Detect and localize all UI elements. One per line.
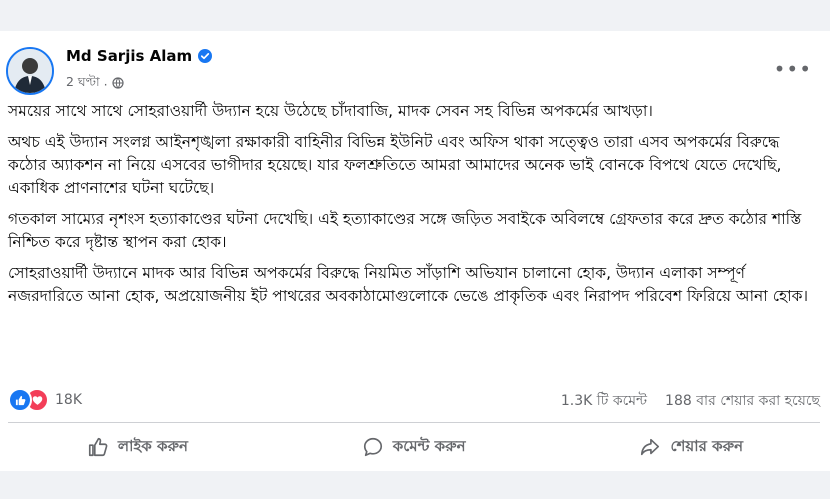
- comment-button[interactable]: কমেন্ট করুন: [342, 429, 486, 466]
- author-avatar[interactable]: [6, 47, 54, 95]
- verified-badge-icon: [198, 49, 213, 63]
- comments-count[interactable]: 1.3K টি কমেন্ট: [561, 389, 647, 413]
- post-actions-bar: লাইক করুন কমেন্ট করুন শেয়ার করুন: [0, 428, 830, 466]
- engagement-summary: 18K 1.3K টি কমেন্ট 188 বার শেয়ার করা হয…: [8, 388, 820, 414]
- comment-bubble-icon: [362, 436, 384, 458]
- avatar-image: [8, 49, 52, 93]
- like-button[interactable]: লাইক করুন: [67, 429, 208, 466]
- globe-icon[interactable]: [112, 76, 124, 92]
- author-name-row: Md Sarjis Alam: [66, 47, 213, 65]
- post-time[interactable]: 2 ঘণ্টা: [66, 74, 100, 94]
- reactions-count: 18K: [55, 392, 82, 408]
- comment-button-label: কমেন্ট করুন: [392, 436, 466, 455]
- like-button-label: লাইক করুন: [117, 436, 188, 455]
- action-divider: [8, 422, 820, 423]
- post-meta: 2 ঘণ্টা ·: [66, 74, 124, 94]
- post-paragraph: সময়ের সাথে সাথে সোহরাওয়ার্দী উদ্যান হয…: [8, 102, 653, 120]
- more-options-icon[interactable]: •••: [774, 57, 812, 81]
- shares-count[interactable]: 188 বার শেয়ার করা হয়েছে: [665, 389, 820, 413]
- post-header: Md Sarjis Alam 2 ঘণ্টা · •••: [0, 31, 830, 109]
- share-button-label: শেয়ার করুন: [670, 436, 744, 455]
- share-button[interactable]: শেয়ার করুন: [619, 429, 763, 466]
- post-paragraph: অথচ এই উদ্যান সংলগ্ন আইনশৃঙ্খলা রক্ষাকার…: [8, 133, 782, 197]
- comments-shares-summary: 1.3K টি কমেন্ট 188 বার শেয়ার করা হয়েছে: [561, 389, 820, 413]
- post-card: Md Sarjis Alam 2 ঘণ্টা · ••• সময়ের সাথে…: [0, 31, 830, 471]
- post-paragraph: সোহরাওয়ার্দী উদ্যানে মাদক আর বিভিন্ন অপ…: [8, 264, 809, 305]
- meta-separator: ·: [103, 76, 108, 92]
- share-arrow-icon: [639, 436, 661, 458]
- post-body: সময়ের সাথে সাথে সোহরাওয়ার্দী উদ্যান হয…: [8, 100, 820, 316]
- thumbs-up-icon: [87, 436, 109, 458]
- author-name[interactable]: Md Sarjis Alam: [66, 47, 192, 65]
- post-paragraph: গতকাল সাম্যের নৃশংস হত্যাকাণ্ডের ঘটনা দে…: [8, 210, 802, 251]
- reactions-summary[interactable]: 18K: [8, 388, 82, 412]
- like-reaction-icon: [8, 388, 32, 412]
